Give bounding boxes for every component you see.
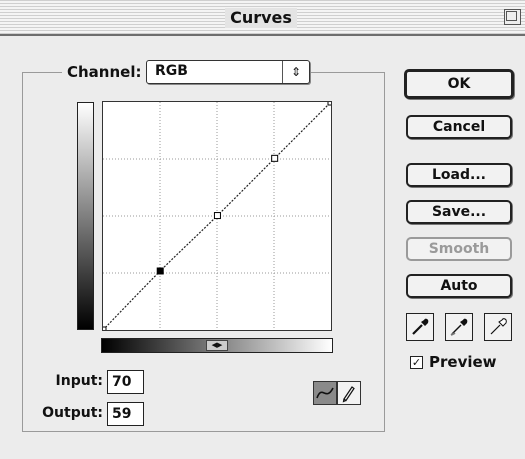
curve-control-point[interactable] <box>103 326 107 330</box>
eyedropper-icon <box>490 318 507 335</box>
curve-control-point[interactable] <box>156 267 164 275</box>
curve-control-point[interactable] <box>327 102 331 106</box>
preview-label[interactable]: Preview <box>429 353 497 371</box>
window-title: Curves <box>225 8 297 28</box>
curve-control-point[interactable] <box>271 154 279 162</box>
output-field[interactable]: 59 <box>107 402 144 426</box>
save-button[interactable]: Save... <box>406 200 512 224</box>
input-gradient-bar: ◀▶ <box>101 338 333 353</box>
auto-button[interactable]: Auto <box>406 274 512 298</box>
curve-graph[interactable] <box>102 101 332 331</box>
select-arrows-icon: ⇕ <box>282 61 309 83</box>
output-label: Output: <box>42 405 103 421</box>
white-point-eyedropper-button[interactable] <box>484 313 512 341</box>
gray-point-eyedropper-button[interactable] <box>445 313 473 341</box>
curve-icon <box>316 387 334 399</box>
curve-tool-button[interactable] <box>313 381 337 405</box>
channel-select[interactable]: RGB ⇕ <box>146 60 310 84</box>
smooth-button: Smooth <box>406 237 512 261</box>
input-field[interactable]: 70 <box>107 370 144 394</box>
ok-button[interactable]: OK <box>404 69 514 99</box>
preview-checkbox[interactable]: ✓ <box>410 356 423 369</box>
eyedropper-icon <box>450 318 468 336</box>
eyedropper-icon <box>412 318 429 335</box>
channel-value: RGB <box>155 63 188 79</box>
curve-canvas[interactable] <box>103 102 331 330</box>
curve-control-point[interactable] <box>213 212 221 220</box>
gradient-toggle-icon[interactable]: ◀▶ <box>206 340 228 351</box>
input-label: Input: <box>55 373 103 389</box>
cancel-button[interactable]: Cancel <box>406 115 512 139</box>
black-point-eyedropper-button[interactable] <box>406 313 434 341</box>
channel-label: Channel: <box>62 62 147 82</box>
output-gradient-bar <box>77 102 94 330</box>
pencil-icon <box>342 386 355 403</box>
title-bar[interactable]: Curves <box>0 0 525 36</box>
zoom-box-icon[interactable] <box>504 9 521 25</box>
pencil-tool-button[interactable] <box>337 381 361 405</box>
load-button[interactable]: Load... <box>406 163 512 187</box>
